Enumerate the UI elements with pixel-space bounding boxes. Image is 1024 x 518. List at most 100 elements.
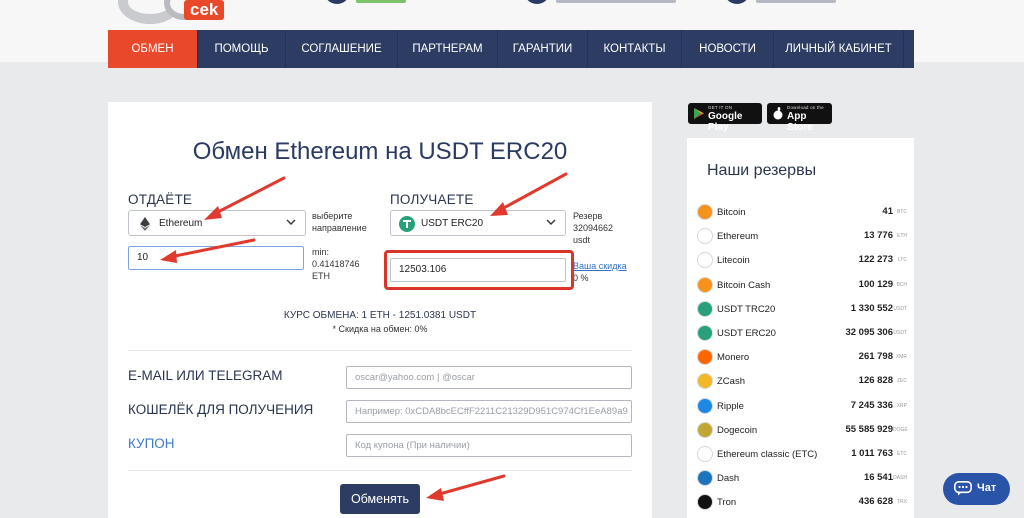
- litecoin-icon: [697, 252, 713, 269]
- reserve-row: Litecoin 122 273 LTC: [697, 252, 907, 270]
- ripple-icon: [697, 397, 713, 414]
- nav-item-exchange[interactable]: ОБМЕН: [108, 30, 198, 68]
- reserve-amount: 16 541: [863, 472, 893, 484]
- reserves-title: Наши резервы: [707, 162, 817, 179]
- reserve-unit: BCH: [896, 281, 907, 288]
- reserve-row: Ethereum 13 776 ETH: [697, 228, 907, 246]
- reserve-name: Ripple: [717, 400, 744, 412]
- reserve-name: Ethereum: [717, 231, 759, 243]
- nav-item-news[interactable]: НОВОСТИ: [682, 30, 774, 68]
- reserve-name: Bitcoin: [717, 207, 746, 218]
- give-amount-input[interactable]: 10: [128, 246, 304, 270]
- tron-icon: [697, 494, 713, 511]
- ethereum-classic-icon: [697, 446, 713, 462]
- reserve-name: Bitcoin Cash: [717, 279, 771, 291]
- header-clock-icon: [724, 0, 750, 4]
- reserve-amount: 7 245 336: [850, 399, 893, 411]
- reserve-row: Ethereum classic (ETC) 1 011 763 ETC: [697, 446, 907, 464]
- zcash-icon: [697, 373, 713, 390]
- exchange-submit-button[interactable]: Обменять: [340, 484, 420, 514]
- nav-item-partners[interactable]: ПАРТНЕРАМ: [398, 30, 498, 68]
- reserve-unit: ZEC: [897, 378, 907, 385]
- wallet-field[interactable]: Например: 0xCDA8bcECffF2211C21329D951C97…: [346, 400, 632, 423]
- email-label: E-MAIL ИЛИ TELEGRAM: [128, 368, 283, 383]
- reserve-name: ZCash: [717, 376, 745, 388]
- site-logo[interactable]: cek: [118, 0, 228, 28]
- tether-icon: [697, 300, 713, 317]
- get-currency-value: USDT ERC20: [421, 218, 484, 229]
- reserve-name: Ethereum classic (ETC): [717, 449, 818, 460]
- get-label: ПОЛУЧАЕТЕ: [390, 192, 474, 207]
- reserve-amount: 41: [882, 206, 893, 217]
- reserve-amount: 13 776: [863, 230, 893, 242]
- reserve-unit: XRP: [896, 402, 907, 409]
- reserve-name: Litecoin: [717, 255, 750, 267]
- nav-item-account[interactable]: ЛИЧНЫЙ КАБИНЕТ: [774, 30, 904, 68]
- google-play-badge[interactable]: GET IT ON Google Play: [688, 103, 762, 133]
- reserve-amount: 261 798: [858, 351, 893, 363]
- reserve-unit: USDT: [893, 330, 907, 336]
- dogecoin-icon: [697, 421, 713, 438]
- nav-item-help[interactable]: ПОМОЩЬ: [198, 30, 286, 68]
- reserve-row: USDT ERC20 32 095 306 USDT: [697, 325, 907, 343]
- exchange-form: Обмен Ethereum на USDT ERC20 ОТДАЁТЕ Eth…: [108, 102, 652, 518]
- reserve-row: Monero 261 798 XMR: [697, 349, 907, 367]
- coupon-field[interactable]: Код купона (При наличии): [346, 434, 632, 457]
- bitcoin-cash-icon: [697, 276, 713, 293]
- tether-icon: [399, 216, 415, 232]
- reserve-unit: USDT: [893, 305, 907, 312]
- divider: [128, 470, 632, 471]
- get-currency-select[interactable]: USDT ERC20: [390, 210, 566, 236]
- reserve-name: Dash: [717, 473, 740, 485]
- reserve-unit: DOGE: [893, 426, 908, 433]
- reserve-unit: TRX: [897, 499, 907, 506]
- wallet-label: КОШЕЛЁК ДЛЯ ПОЛУЧЕНИЯ: [128, 402, 314, 417]
- header-info-icon: [524, 0, 550, 4]
- header-info-text: [756, 0, 836, 3]
- reserve-row: Dogecoin 55 585 929 DOGE: [697, 421, 908, 440]
- discount-info: Ваша скидка 0 %: [573, 260, 627, 283]
- logo-text: cek: [184, 0, 225, 20]
- nav-item-agreement[interactable]: СОГЛАШЕНИЕ: [286, 30, 398, 68]
- email-field[interactable]: oscar@yahoo.com | @oscar: [346, 366, 632, 389]
- reserves-panel: Наши резервы Bitcoin 41 BTC Ethereum 13 776 E…: [687, 138, 914, 518]
- reserve-unit: ETC: [897, 451, 907, 457]
- reserve-name: Dogecoin: [717, 424, 758, 436]
- reserve-unit: BTC: [897, 209, 907, 215]
- header-phone-icon: [324, 0, 350, 4]
- monero-icon: [697, 349, 713, 366]
- exchange-title: Обмен Ethereum на USDT ERC20: [192, 138, 568, 165]
- nav-item-guarantees[interactable]: ГАРАНТИИ: [498, 30, 588, 68]
- reserve-row: Bitcoin 41 BTC: [697, 204, 907, 222]
- give-currency-select[interactable]: Ethereum: [128, 210, 306, 236]
- chat-button[interactable]: Чат: [943, 473, 1010, 505]
- reserve-row: Bitcoin Cash 100 129 BCH: [697, 276, 907, 295]
- reserve-row: USDT TRC20 1 330 552 USDT: [697, 300, 907, 319]
- header-info-text: [356, 0, 406, 3]
- reserve-amount: 1 330 552: [850, 302, 893, 314]
- reserve-unit: XMR: [895, 354, 907, 361]
- reserve-amount: 55 585 929: [845, 423, 893, 435]
- reserve-name: USDT ERC20: [717, 328, 776, 339]
- main-nav: ОБМЕН ПОМОЩЬ СОГЛАШЕНИЕ ПАРТНЕРАМ ГАРАНТ…: [108, 30, 914, 68]
- header-info-text: [556, 0, 676, 3]
- chevron-down-icon: [546, 219, 556, 225]
- reserve-amount: 436 628: [858, 496, 893, 508]
- apple-icon: [773, 107, 783, 120]
- tether-icon: [697, 325, 713, 341]
- reserve-row: ZCash 126 828 ZEC: [697, 373, 907, 391]
- dash-icon: [697, 470, 713, 487]
- give-label: ОТДАЁТЕ: [128, 192, 193, 207]
- reserve-unit: DASH: [893, 475, 907, 482]
- ethereum-icon: [140, 217, 150, 231]
- nav-item-contacts[interactable]: КОНТАКТЫ: [588, 30, 682, 68]
- give-currency-value: Ethereum: [159, 218, 203, 229]
- give-hint: выберите направление: [312, 211, 367, 233]
- google-play-icon: [694, 108, 704, 119]
- app-store-badge[interactable]: Download on the App Store: [767, 103, 832, 133]
- coupon-label: КУПОН: [128, 436, 175, 451]
- reserve-row: Tron 436 628 TRX: [697, 494, 907, 512]
- reserve-row: Ripple 7 245 336 XRP: [697, 397, 907, 416]
- reserve-name: Monero: [717, 352, 750, 364]
- discount-link[interactable]: Ваша скидка: [573, 260, 627, 272]
